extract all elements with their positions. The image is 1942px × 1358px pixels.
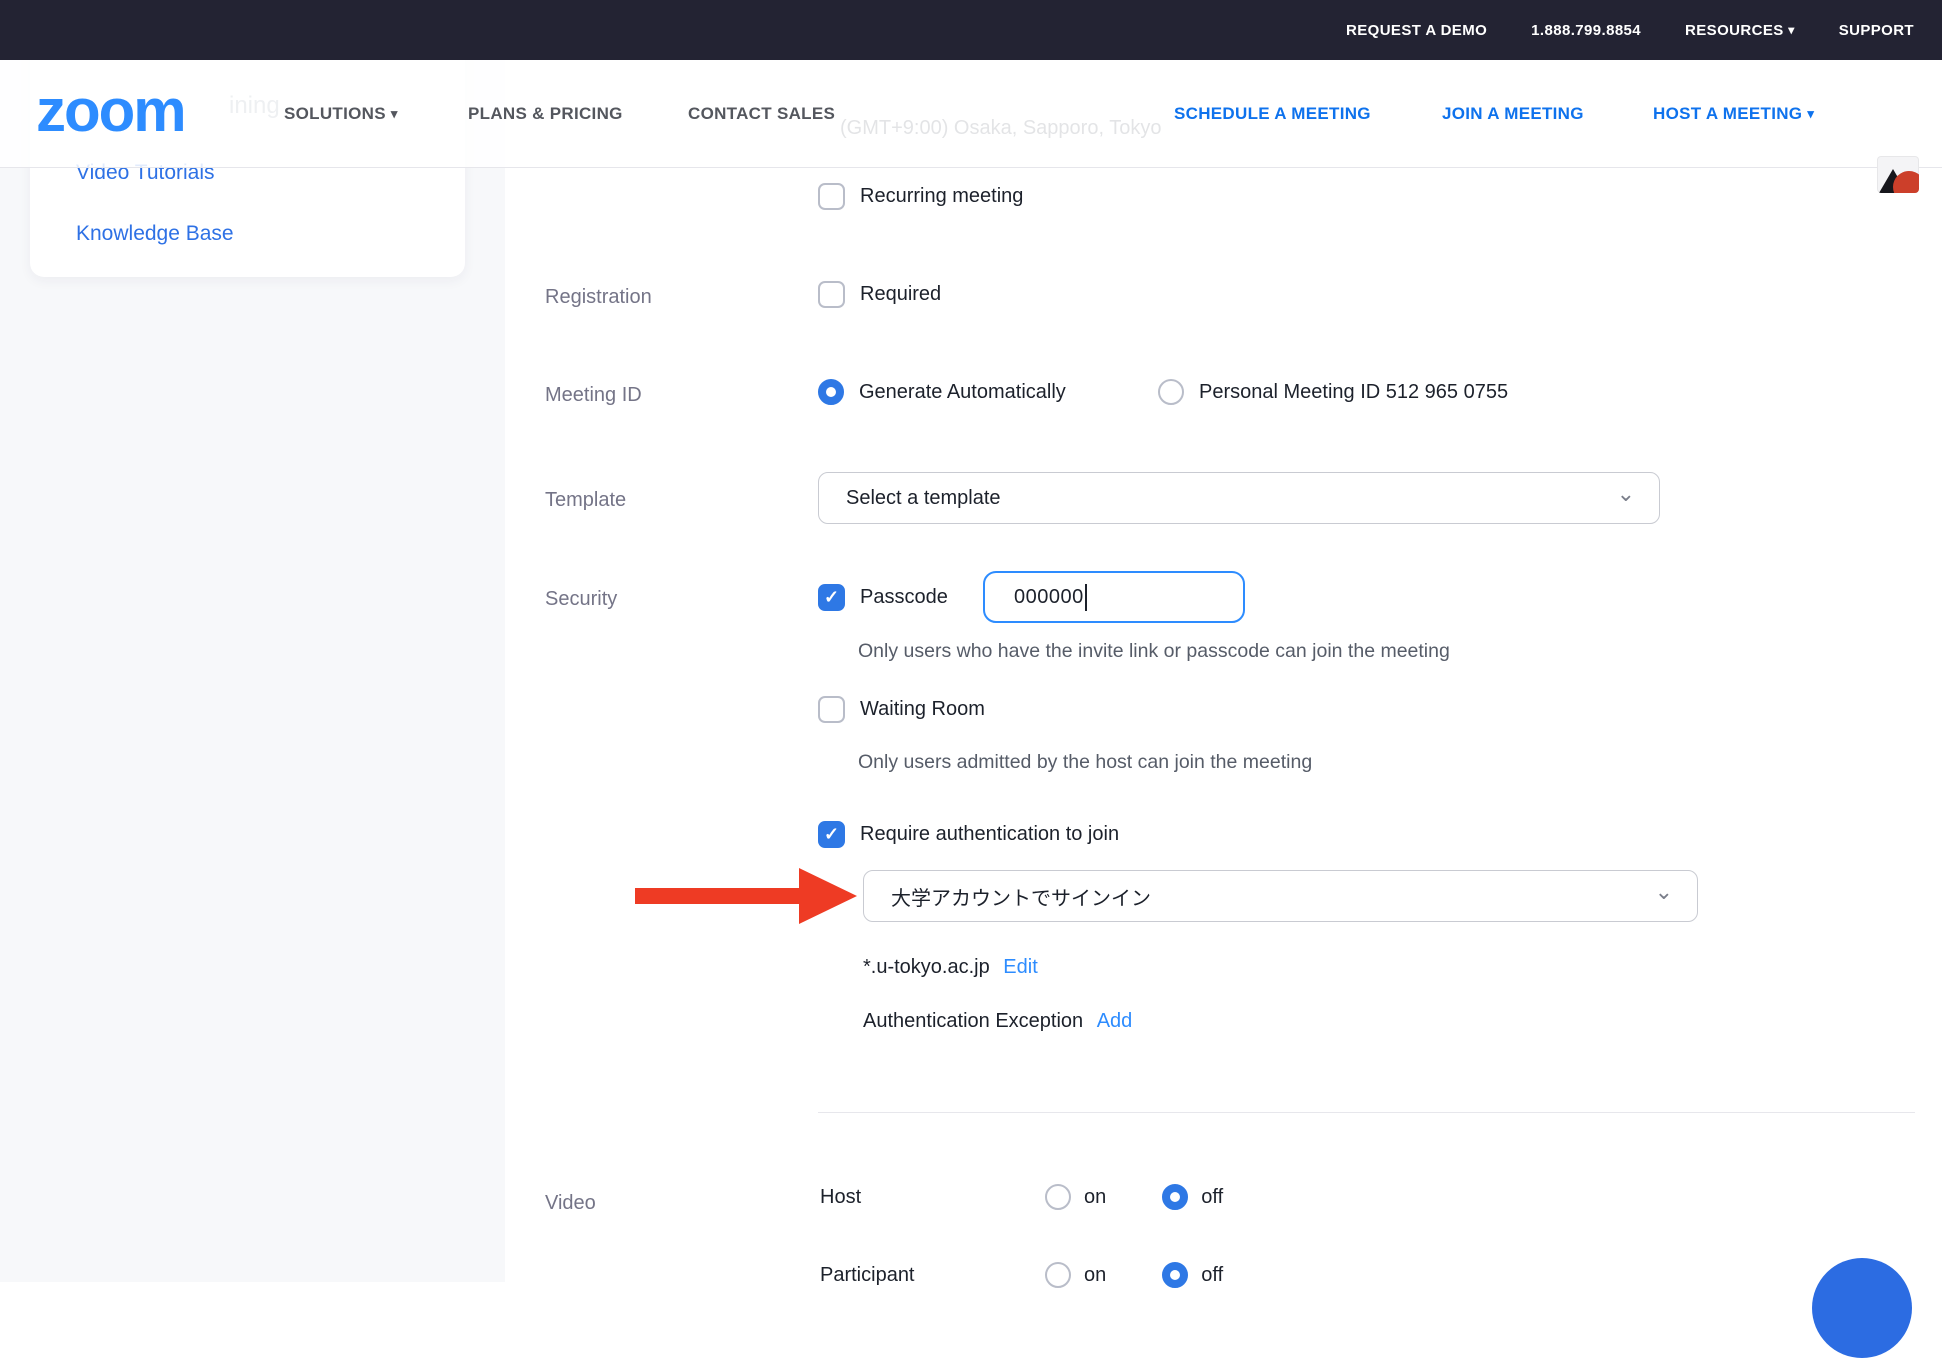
security-section-label: Security (545, 588, 617, 611)
support-link[interactable]: SUPPORT (1839, 22, 1914, 39)
recurring-meeting-row: Recurring meeting (818, 183, 1023, 210)
auth-domain-value: *.u-tokyo.ac.jp (863, 956, 990, 978)
require-auth-label: Require authentication to join (860, 823, 1119, 846)
video-host-row: Host on off (820, 1184, 1223, 1210)
check-icon: ✓ (824, 824, 839, 845)
chevron-down-icon: ⌄ (1617, 484, 1635, 504)
host-video-off-radio[interactable] (1162, 1184, 1188, 1210)
auth-domain-row: *.u-tokyo.ac.jp Edit (863, 956, 1038, 979)
generate-automatically-radio[interactable] (818, 379, 844, 405)
registration-required-label: Required (860, 283, 941, 306)
waiting-room-checkbox[interactable] (818, 696, 845, 723)
passcode-value: 000000 (1014, 586, 1084, 609)
waiting-room-row: Waiting Room (818, 696, 985, 723)
meeting-id-personal-option: Personal Meeting ID 512 965 0755 (1158, 379, 1508, 405)
nav-solutions-label: SOLUTIONS (284, 104, 386, 123)
red-arrow-head (799, 868, 857, 924)
auth-exception-row: Authentication Exception Add (863, 1010, 1132, 1033)
nav-schedule-meeting[interactable]: SCHEDULE A MEETING (1174, 104, 1371, 124)
waiting-room-help-text: Only users admitted by the host can join… (858, 751, 1312, 774)
auth-method-value: 大学アカウントでサインイン (891, 882, 1151, 911)
resources-menu[interactable]: RESOURCES ▾ (1685, 22, 1795, 39)
host-video-on-label: on (1084, 1186, 1106, 1209)
text-cursor (1085, 584, 1087, 611)
sidebar-link-knowledge-base[interactable]: Knowledge Base (76, 222, 234, 246)
nav-host-meeting[interactable]: HOST A MEETING ▾ (1653, 104, 1814, 124)
check-icon: ✓ (824, 587, 839, 608)
add-exception-link[interactable]: Add (1097, 1010, 1133, 1032)
participant-video-off-label: off (1201, 1264, 1223, 1287)
zoom-logo[interactable]: zoom (36, 81, 185, 141)
template-select-value: Select a template (846, 487, 1001, 510)
require-auth-row: ✓ Require authentication to join (818, 821, 1119, 848)
passcode-input[interactable]: 000000 (983, 571, 1245, 623)
nav-contact-sales[interactable]: CONTACT SALES (688, 104, 835, 124)
video-host-label: Host (820, 1186, 1032, 1209)
generate-automatically-label: Generate Automatically (859, 381, 1066, 404)
video-participant-label: Participant (820, 1264, 1032, 1287)
registration-required-checkbox[interactable] (818, 281, 845, 308)
nav-host-meeting-label: HOST A MEETING (1653, 104, 1802, 123)
red-arrow-shaft (635, 888, 803, 904)
participant-video-off-radio[interactable] (1162, 1262, 1188, 1288)
participant-video-on-radio[interactable] (1045, 1262, 1071, 1288)
resources-label: RESOURCES (1685, 22, 1784, 39)
template-section-label: Template (545, 489, 626, 512)
host-video-off-label: off (1201, 1186, 1223, 1209)
personal-meeting-id-radio[interactable] (1158, 379, 1184, 405)
phone-number[interactable]: 1.888.799.8854 (1531, 22, 1641, 39)
meeting-id-section-label: Meeting ID (545, 384, 642, 407)
participant-video-on-label: on (1084, 1264, 1106, 1287)
recurring-meeting-label: Recurring meeting (860, 185, 1023, 208)
chevron-down-icon: ▾ (1788, 23, 1794, 37)
passcode-checkbox[interactable]: ✓ (818, 584, 845, 611)
waiting-room-label: Waiting Room (860, 698, 985, 721)
registration-required-row: Required (818, 281, 941, 308)
meeting-id-generate-option: Generate Automatically (818, 379, 1066, 405)
help-fab-button[interactable] (1812, 1258, 1912, 1358)
nav-plans-pricing[interactable]: PLANS & PRICING (468, 104, 623, 124)
red-arrow-annotation (635, 868, 857, 924)
require-auth-checkbox[interactable]: ✓ (818, 821, 845, 848)
profile-avatar[interactable] (1877, 156, 1919, 193)
passcode-label: Passcode (860, 586, 948, 609)
chevron-down-icon: ▾ (391, 106, 398, 121)
main-navbar: zoom SOLUTIONS ▾ PLANS & PRICING CONTACT… (0, 60, 1942, 168)
video-participant-row: Participant on off (820, 1262, 1223, 1288)
personal-meeting-id-label: Personal Meeting ID 512 965 0755 (1199, 381, 1508, 404)
passcode-help-text: Only users who have the invite link or p… (858, 640, 1450, 663)
request-demo-link[interactable]: REQUEST A DEMO (1346, 22, 1487, 39)
video-section-label: Video (545, 1192, 596, 1215)
registration-section-label: Registration (545, 286, 652, 309)
edit-domain-link[interactable]: Edit (1003, 956, 1037, 978)
section-divider (818, 1112, 1915, 1113)
auth-method-select[interactable]: 大学アカウントでサインイン ⌄ (863, 870, 1698, 922)
nav-join-meeting[interactable]: JOIN A MEETING (1442, 104, 1584, 124)
host-video-on-radio[interactable] (1045, 1184, 1071, 1210)
template-select[interactable]: Select a template ⌄ (818, 472, 1660, 524)
top-utility-bar: REQUEST A DEMO 1.888.799.8854 RESOURCES … (0, 0, 1942, 60)
nav-solutions[interactable]: SOLUTIONS ▾ (284, 104, 398, 124)
recurring-meeting-checkbox[interactable] (818, 183, 845, 210)
auth-exception-label: Authentication Exception (863, 1010, 1083, 1032)
chevron-down-icon: ⌄ (1655, 882, 1673, 902)
passcode-row: ✓ Passcode (818, 584, 948, 611)
chevron-down-icon: ▾ (1807, 106, 1814, 121)
